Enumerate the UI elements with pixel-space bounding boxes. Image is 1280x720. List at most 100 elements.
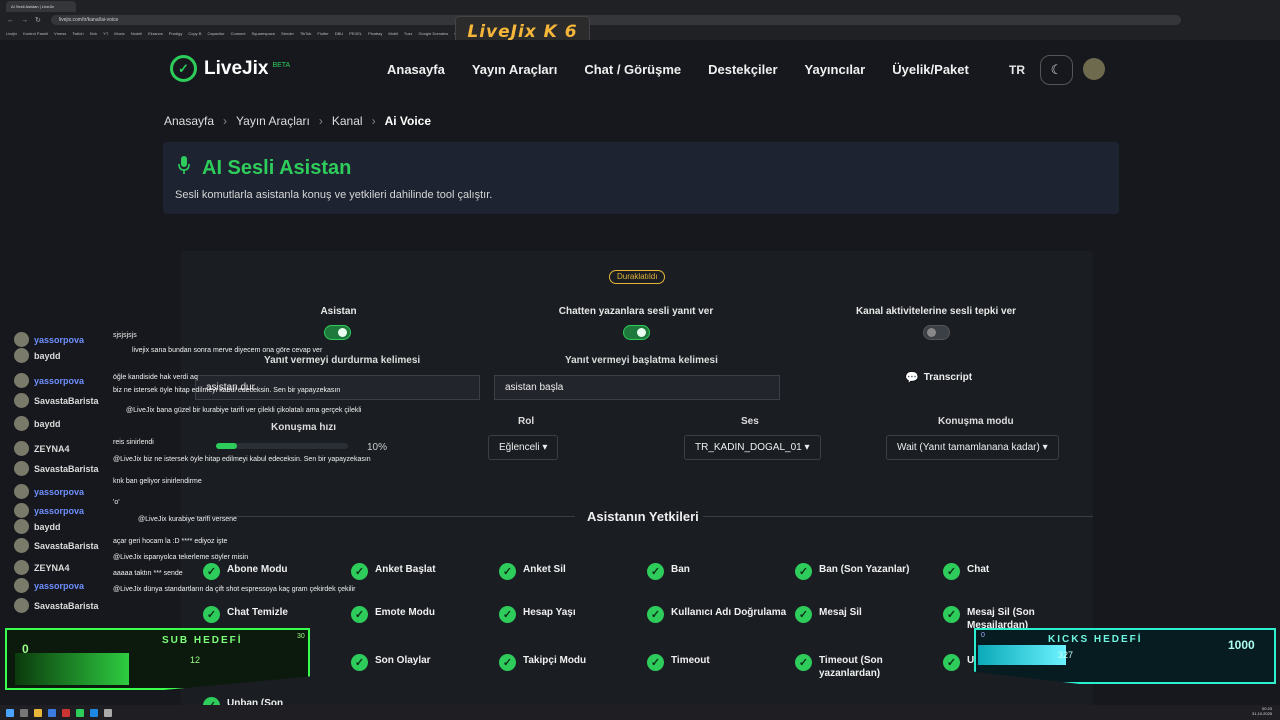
permission-item[interactable]: ✓ Mesaj Sil (795, 606, 935, 623)
main-nav: Anasayfa Yayın Araçları Chat / Görüşme D… (387, 62, 996, 77)
nav-destekciler[interactable]: Destekçiler (708, 62, 777, 77)
nav-yayin-araclari[interactable]: Yayın Araçları (472, 62, 558, 77)
caret-down-icon: ▾ (804, 442, 810, 453)
bookmark-item[interactable]: Music (114, 31, 124, 36)
permission-item[interactable]: ✓ Ban (647, 563, 787, 580)
user-avatar[interactable] (1083, 58, 1105, 80)
bookmark-item[interactable]: Connect (231, 31, 246, 36)
permission-item[interactable]: ✓ Emote Modu (351, 606, 491, 623)
chat-user: yassorpova (14, 503, 84, 518)
chat-avatar (14, 519, 29, 534)
divider (703, 516, 1093, 517)
voice-dropdown[interactable]: TR_KADIN_DOGAL_01 ▾ (684, 435, 821, 460)
bookmark-item[interactable]: Vmess (54, 31, 66, 36)
app-icon[interactable] (104, 708, 112, 717)
chat-message: @LiveJix bana güzel bir kurabiye tarifi … (126, 407, 362, 414)
bookmark-item[interactable]: YT (103, 31, 108, 36)
chat-user: yassorpova (14, 578, 84, 593)
chevron-right-icon: › (223, 114, 228, 128)
chat-avatar (14, 484, 29, 499)
permission-item[interactable]: ✓ Anket Başlat (351, 563, 491, 580)
permission-item[interactable]: ✓ Anket Sil (499, 563, 639, 580)
permission-item[interactable]: ✓ Son Olaylar (351, 654, 491, 671)
bookmark-item[interactable]: Flutter (317, 31, 328, 36)
breadcrumb-kanal[interactable]: Kanal (332, 114, 363, 128)
page-title: AI Sesli Asistan (202, 156, 352, 179)
permission-item[interactable]: ✓ Timeout (Son yazanlardan) (795, 654, 935, 680)
back-icon[interactable]: ← (7, 17, 14, 24)
folder-icon[interactable] (34, 708, 42, 717)
chat-username: baydd (34, 521, 61, 532)
bookmark-item[interactable]: PEXEL (349, 31, 362, 36)
language-selector[interactable]: TR (1009, 63, 1025, 77)
speech-mode-dropdown[interactable]: Wait (Yanıt tamamlanana kadar) ▾ (886, 435, 1059, 460)
chat-avatar (14, 598, 29, 613)
bookmark-item[interactable]: Mobil (388, 31, 398, 36)
forward-icon[interactable]: → (21, 17, 28, 24)
bookmark-item[interactable]: Google Domains (418, 31, 448, 36)
bookmark-item[interactable]: Ekranos (148, 31, 163, 36)
start-icon[interactable] (6, 708, 14, 717)
permission-item[interactable]: ✓ Kullanıcı Adı Doğrulama (647, 606, 787, 623)
permission-label: Ban (Son Yazanlar) (819, 564, 910, 575)
browser-tab[interactable]: AI Sesli Asistan | LiveJix (6, 0, 76, 12)
bookmark-item[interactable]: Twitch (72, 31, 83, 36)
browser-chrome: AI Sesli Asistan | LiveJix ← → ↻ livejix… (0, 0, 1280, 40)
search-icon[interactable] (20, 708, 28, 717)
breadcrumb-yayin-araclari[interactable]: Yayın Araçları (236, 114, 310, 128)
checkmark-icon: ✓ (647, 563, 664, 580)
brand-logo[interactable]: ✓ LiveJix BETA (170, 55, 290, 82)
chat-user: yassorpova (14, 484, 84, 499)
bookmark-item[interactable]: Prodigy (169, 31, 183, 36)
permission-item[interactable]: ✓ Takipçi Modu (499, 654, 639, 671)
chat-message: öğle kandiside hak verdi aq (113, 374, 198, 381)
nav-chat-gorusme[interactable]: Chat / Görüşme (584, 62, 681, 77)
transcript-button[interactable]: 💬 Transcript (905, 371, 972, 384)
chat-username: yassorpova (34, 505, 85, 516)
bookmark-item[interactable]: TikTok (300, 31, 311, 36)
speech-speed-value: 10% (367, 442, 388, 453)
checkmark-icon: ✓ (943, 654, 960, 671)
chat-message: 'o' (113, 499, 120, 506)
tab-strip: AI Sesli Asistan | LiveJix (0, 0, 1280, 12)
moon-icon: ☾ (1050, 62, 1063, 77)
bookmark-item[interactable]: Sender (281, 31, 294, 36)
bookmark-item[interactable]: Livejix (6, 31, 17, 36)
bookmark-item[interactable]: Tuzz (404, 31, 413, 36)
chat-user: SavastaBarista (14, 461, 99, 476)
permission-item[interactable]: ✓ Chat (943, 563, 1083, 580)
chat-username: yassorpova (34, 375, 85, 386)
bookmark-item[interactable]: Nodeli (131, 31, 142, 36)
breadcrumb-anasayfa[interactable]: Anasayfa (164, 114, 214, 128)
browser-icon[interactable] (48, 708, 56, 717)
permission-item[interactable]: ✓ Hesap Yaşı (499, 606, 639, 623)
start-word-input[interactable] (494, 375, 780, 400)
bookmark-item[interactable]: DBU (335, 31, 343, 36)
channel-activity-toggle[interactable] (923, 325, 950, 340)
bookmark-item[interactable]: Copy B (188, 31, 201, 36)
permission-item[interactable]: ✓ Timeout (647, 654, 787, 671)
reload-icon[interactable]: ↻ (35, 16, 41, 24)
role-dropdown[interactable]: Eğlenceli ▾ (488, 435, 559, 460)
role-label: Rol (518, 416, 535, 427)
kicks-goal-label: KICKS HEDEFİ (1048, 634, 1143, 645)
permission-label: Takipçi Modu (523, 655, 587, 666)
nav-anasayfa[interactable]: Anasayfa (387, 62, 445, 77)
url-field[interactable]: livejix.com/tr/kanal/ai-voice (50, 15, 1181, 25)
permission-item[interactable]: ✓ Ban (Son Yazanlar) (795, 563, 935, 580)
bookmark-item[interactable]: Capacitor (207, 31, 224, 36)
theme-toggle-button[interactable]: ☾ (1040, 55, 1073, 85)
chat-voice-reply-toggle[interactable] (623, 325, 650, 340)
bookmark-item[interactable]: Squarespace (252, 31, 276, 36)
chat-message: açar geri hocam la :D **** ediyoz işte (113, 538, 228, 545)
app-icon[interactable] (62, 708, 70, 717)
nav-yayincilar[interactable]: Yayıncılar (805, 62, 866, 77)
bookmark-item[interactable]: Kick (90, 31, 98, 36)
bookmark-item[interactable]: Kontrol Paneli (23, 31, 48, 36)
app-icon[interactable] (76, 708, 84, 717)
bookmark-item[interactable]: Pixabay (368, 31, 382, 36)
overlay-title: LiveJix K 6 (467, 22, 578, 42)
nav-uyelik-paket[interactable]: Üyelik/Paket (892, 62, 969, 77)
chat-username: yassorpova (34, 334, 85, 345)
vscode-icon[interactable] (90, 708, 98, 717)
